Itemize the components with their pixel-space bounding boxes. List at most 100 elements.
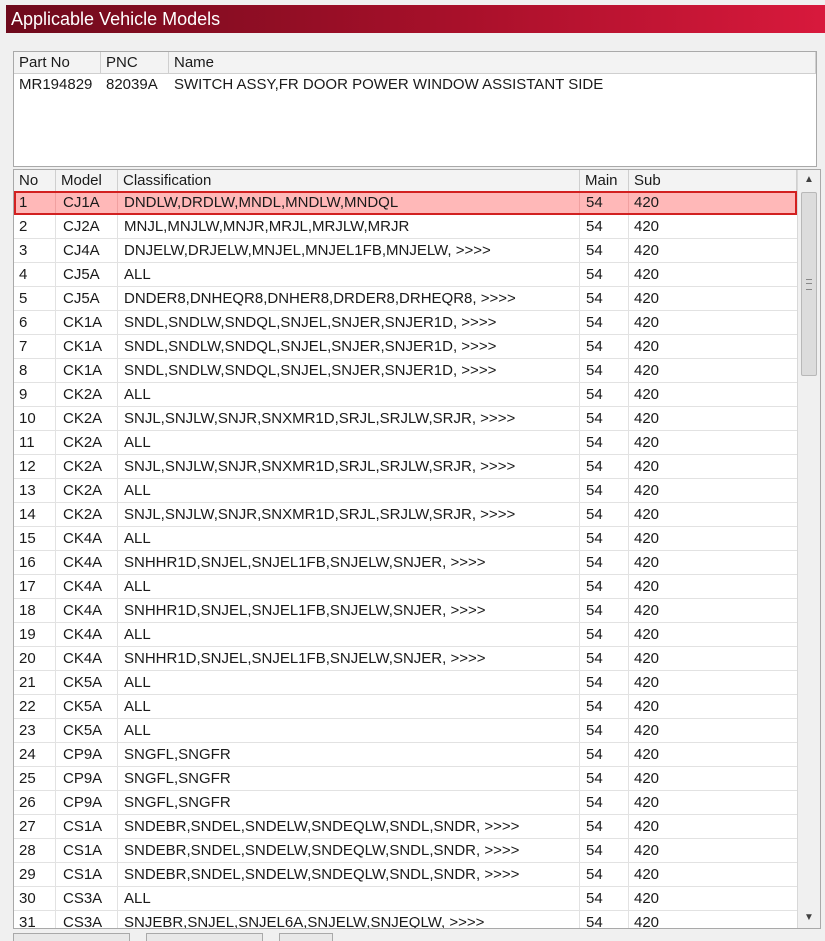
row-no-cell: 14 bbox=[14, 503, 56, 526]
row-no-cell: 22 bbox=[14, 695, 56, 718]
row-sub-cell: 420 bbox=[634, 410, 660, 427]
table-row[interactable]: 16 CK4A SNHHR1D,SNJEL,SNJEL1FB,SNJELW,SNJE… bbox=[14, 551, 797, 575]
row-model-cell: CK2A bbox=[56, 503, 118, 526]
row-model-cell: CK4A bbox=[56, 647, 118, 670]
table-row[interactable]: 28 CS1A SNDEBR,SNDEL,SNDELW,SNDEQLW,SNDL,S… bbox=[14, 839, 797, 863]
row-no-cell: 31 bbox=[14, 911, 56, 928]
row-no-cell: 25 bbox=[14, 767, 56, 790]
row-main-cell: 54 bbox=[580, 215, 629, 238]
part-row[interactable]: MR194829 82039A SWITCH ASSY,FR DOOR POWE… bbox=[14, 74, 816, 96]
row-classification-cell: SNJL,SNJLW,SNJR,SNXMR1D,SRJL,SRJLW,SRJR,… bbox=[118, 407, 580, 430]
models-table-body: 1 CJ1A DNDLW,DRDLW,MNDL,MNDLW,MNDQL 54 420 2 C… bbox=[14, 191, 797, 928]
row-sub-cell: 420 bbox=[634, 314, 660, 331]
table-row[interactable]: 26 CP9A SNGFL,SNGFR 54 420 bbox=[14, 791, 797, 815]
row-main-cell: 54 bbox=[580, 599, 629, 622]
column-header-name[interactable]: Name bbox=[169, 52, 816, 73]
row-no-cell: 6 bbox=[14, 311, 56, 334]
row-main-cell: 54 bbox=[580, 239, 629, 262]
row-main-cell: 54 bbox=[580, 335, 629, 358]
row-sub-cell: 420 bbox=[634, 722, 660, 739]
row-model-cell: CK5A bbox=[56, 671, 118, 694]
column-header-no[interactable]: No bbox=[14, 170, 56, 191]
table-row[interactable]: 23 CK5A ALL 54 420 bbox=[14, 719, 797, 743]
row-main-cell: 54 bbox=[580, 455, 629, 478]
arrow-down-icon[interactable]: ▼ bbox=[798, 908, 820, 928]
row-no-cell: 24 bbox=[14, 743, 56, 766]
table-row[interactable]: 27 CS1A SNDEBR,SNDEL,SNDELW,SNDEQLW,SNDL,S… bbox=[14, 815, 797, 839]
row-model-cell: CK2A bbox=[56, 455, 118, 478]
table-row[interactable]: 3 CJ4A DNJELW,DRJELW,MNJEL,MNJEL1FB,MNJELW… bbox=[14, 239, 797, 263]
table-row[interactable]: 14 CK2A SNJL,SNJLW,SNJR,SNXMR1D,SRJL,SRJLW… bbox=[14, 503, 797, 527]
row-main-cell: 54 bbox=[580, 863, 629, 886]
table-row[interactable]: 7 CK1A SNDL,SNDLW,SNDQL,SNJEL,SNJER,SNJER1… bbox=[14, 335, 797, 359]
row-sub-cell: 420 bbox=[634, 554, 660, 571]
row-no-cell: 13 bbox=[14, 479, 56, 502]
row-main-cell: 54 bbox=[580, 527, 629, 550]
row-main-cell: 54 bbox=[580, 263, 629, 286]
table-row[interactable]: 13 CK2A ALL 54 420 bbox=[14, 479, 797, 503]
row-main-cell: 54 bbox=[580, 431, 629, 454]
row-model-cell: CS1A bbox=[56, 815, 118, 838]
row-sub-cell: 420 bbox=[634, 578, 660, 595]
row-sub-cell: 420 bbox=[634, 842, 660, 859]
table-row[interactable]: 18 CK4A SNHHR1D,SNJEL,SNJEL1FB,SNJELW,SNJE… bbox=[14, 599, 797, 623]
column-header-classification[interactable]: Classification bbox=[118, 170, 580, 191]
column-header-model[interactable]: Model bbox=[56, 170, 118, 191]
row-no-cell: 29 bbox=[14, 863, 56, 886]
table-row[interactable]: 24 CP9A SNGFL,SNGFR 54 420 bbox=[14, 743, 797, 767]
table-row[interactable]: 22 CK5A ALL 54 420 bbox=[14, 695, 797, 719]
part-no-cell: MR194829 bbox=[19, 76, 93, 93]
row-no-cell: 12 bbox=[14, 455, 56, 478]
row-sub-cell: 420 bbox=[634, 890, 660, 907]
row-classification-cell: ALL bbox=[118, 431, 580, 454]
table-row[interactable]: 21 CK5A ALL 54 420 bbox=[14, 671, 797, 695]
arrow-up-icon[interactable]: ▲ bbox=[798, 170, 820, 190]
table-row[interactable]: 15 CK4A ALL 54 420 bbox=[14, 527, 797, 551]
row-no-cell: 30 bbox=[14, 887, 56, 910]
table-row[interactable]: 20 CK4A SNHHR1D,SNJEL,SNJEL1FB,SNJELW,SNJE… bbox=[14, 647, 797, 671]
row-sub-cell: 420 bbox=[634, 362, 660, 379]
column-header-part-no[interactable]: Part No bbox=[14, 52, 101, 73]
table-row[interactable]: 25 CP9A SNGFL,SNGFR 54 420 bbox=[14, 767, 797, 791]
row-main-cell: 54 bbox=[580, 407, 629, 430]
row-sub-cell: 420 bbox=[634, 242, 660, 259]
part-info-table: Part No PNC Name MR194829 82039A SWITCH … bbox=[13, 51, 817, 167]
table-row[interactable]: 19 CK4A ALL 54 420 bbox=[14, 623, 797, 647]
row-sub-cell: 420 bbox=[634, 458, 660, 475]
table-row[interactable]: 11 CK2A ALL 54 420 bbox=[14, 431, 797, 455]
vertical-scrollbar[interactable]: ▲ ▼ bbox=[797, 170, 820, 928]
table-row[interactable]: 4 CJ5A ALL 54 420 bbox=[14, 263, 797, 287]
table-row[interactable]: 29 CS1A SNDEBR,SNDEL,SNDELW,SNDEQLW,SNDL,S… bbox=[14, 863, 797, 887]
table-row[interactable]: 31 CS3A SNJEBR,SNJEL,SNJEL6A,SNJELW,SNJEQL… bbox=[14, 911, 797, 928]
table-row[interactable]: 1 CJ1A DNDLW,DRDLW,MNDL,MNDLW,MNDQL 54 420 bbox=[14, 191, 797, 215]
column-header-sub[interactable]: Sub bbox=[629, 170, 797, 191]
row-no-cell: 1 bbox=[14, 191, 56, 214]
table-row[interactable]: 2 CJ2A MNJL,MNJLW,MNJR,MRJL,MRJLW,MRJR 54 42… bbox=[14, 215, 797, 239]
bottom-tab[interactable] bbox=[13, 933, 130, 941]
table-row[interactable]: 9 CK2A ALL 54 420 bbox=[14, 383, 797, 407]
column-header-main[interactable]: Main bbox=[580, 170, 629, 191]
table-row[interactable]: 6 CK1A SNDL,SNDLW,SNDQL,SNJEL,SNJER,SNJER1… bbox=[14, 311, 797, 335]
row-sub-cell: 420 bbox=[634, 506, 660, 523]
models-table-header: No Model Classification Main Sub bbox=[14, 170, 797, 192]
row-main-cell: 54 bbox=[580, 671, 629, 694]
table-row[interactable]: 5 CJ5A DNDER8,DNHEQR8,DNHER8,DRDER8,DRHEQR… bbox=[14, 287, 797, 311]
row-main-cell: 54 bbox=[580, 503, 629, 526]
row-no-cell: 9 bbox=[14, 383, 56, 406]
table-row[interactable]: 12 CK2A SNJL,SNJLW,SNJR,SNXMR1D,SRJL,SRJLW… bbox=[14, 455, 797, 479]
row-main-cell: 54 bbox=[580, 815, 629, 838]
table-row[interactable]: 30 CS3A ALL 54 420 bbox=[14, 887, 797, 911]
column-header-pnc[interactable]: PNC bbox=[101, 52, 169, 73]
table-row[interactable]: 10 CK2A SNJL,SNJLW,SNJR,SNXMR1D,SRJL,SRJLW… bbox=[14, 407, 797, 431]
row-classification-cell: SNJL,SNJLW,SNJR,SNXMR1D,SRJL,SRJLW,SRJR,… bbox=[118, 503, 580, 526]
table-row[interactable]: 8 CK1A SNDL,SNDLW,SNDQL,SNJEL,SNJER,SNJER1… bbox=[14, 359, 797, 383]
bottom-tab[interactable] bbox=[146, 933, 263, 941]
table-row[interactable]: 17 CK4A ALL 54 420 bbox=[14, 575, 797, 599]
row-model-cell: CK5A bbox=[56, 695, 118, 718]
bottom-tab[interactable] bbox=[279, 933, 333, 941]
scrollbar-thumb[interactable] bbox=[801, 192, 817, 376]
row-classification-cell: SNDL,SNDLW,SNDQL,SNJEL,SNJER,SNJER1D, >>… bbox=[118, 359, 580, 382]
vehicle-models-table: No Model Classification Main Sub 1 CJ1A DN… bbox=[13, 169, 821, 929]
row-classification-cell: SNDEBR,SNDEL,SNDELW,SNDEQLW,SNDL,SNDR, >… bbox=[118, 863, 580, 886]
row-model-cell: CJ1A bbox=[56, 191, 118, 214]
